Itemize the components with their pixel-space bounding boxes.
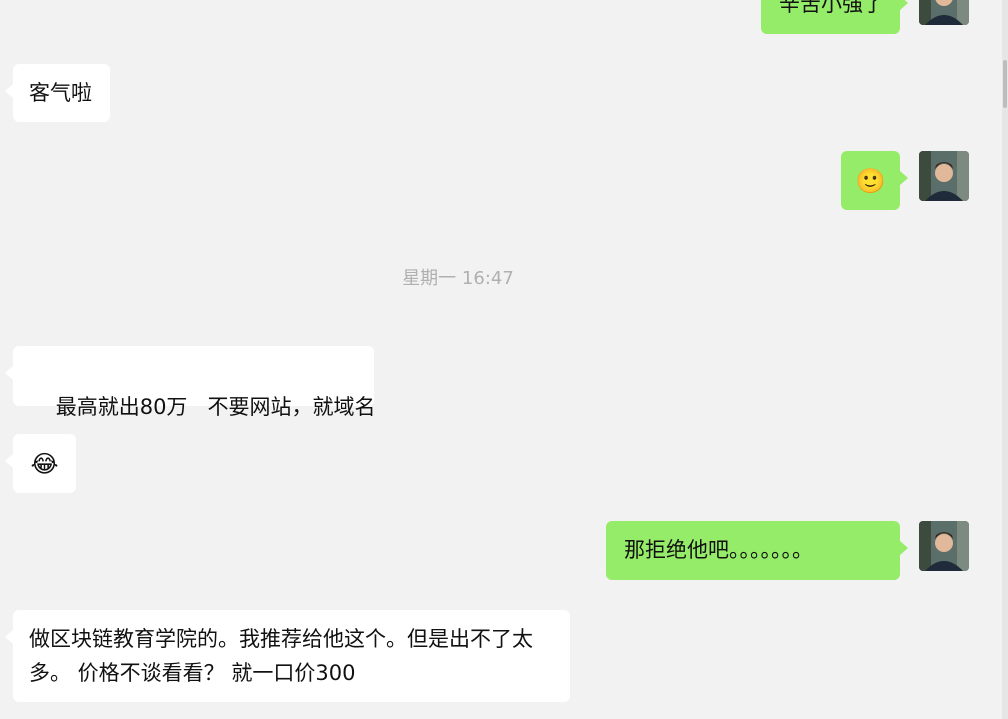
- message-text: 做区块链教育学院的。我推荐给他这个。但是出不了太多。 价格不谈看看？ 就一口价3…: [29, 627, 533, 685]
- smile-emoji-icon: 🙂: [855, 167, 886, 195]
- avatar[interactable]: [919, 521, 969, 571]
- message-text: 最高就出80万 不要网站，就域名: [55, 395, 376, 419]
- avatar[interactable]: [919, 0, 969, 25]
- message-bubble-incoming[interactable]: 😂: [5, 434, 76, 493]
- user-avatar-icon: [919, 521, 969, 571]
- scrollbar-thumb[interactable]: [1003, 60, 1007, 108]
- message-text: 辛苦小强了: [779, 0, 884, 16]
- user-avatar-icon: [919, 0, 969, 25]
- chat-window: 辛苦小强了 客气啦 🙂 星期一 16:47 最高就出80万 不要网站，就域名 😂…: [0, 0, 1008, 719]
- scrollbar[interactable]: [1002, 0, 1008, 719]
- message-bubble-incoming[interactable]: 做区块链教育学院的。我推荐给他这个。但是出不了太多。 价格不谈看看？ 就一口价3…: [5, 610, 570, 702]
- user-avatar-icon: [919, 151, 969, 201]
- message-bubble-outgoing[interactable]: 🙂: [841, 151, 908, 210]
- message-text: 那拒绝他吧。。。。。。。: [624, 538, 813, 562]
- message-bubble-incoming[interactable]: 最高就出80万 不要网站，就域名: [5, 346, 375, 419]
- message-bubble-incoming[interactable]: 客气啦: [5, 64, 110, 122]
- message-bubble-outgoing[interactable]: 辛苦小强了: [761, 0, 908, 34]
- timestamp: 星期一 16:47: [402, 268, 514, 289]
- message-bubble-outgoing[interactable]: 那拒绝他吧。。。。。。。: [606, 521, 908, 580]
- tears-of-joy-emoji-icon: 😂: [30, 450, 59, 478]
- avatar[interactable]: [919, 151, 969, 201]
- message-text: 客气啦: [29, 81, 92, 105]
